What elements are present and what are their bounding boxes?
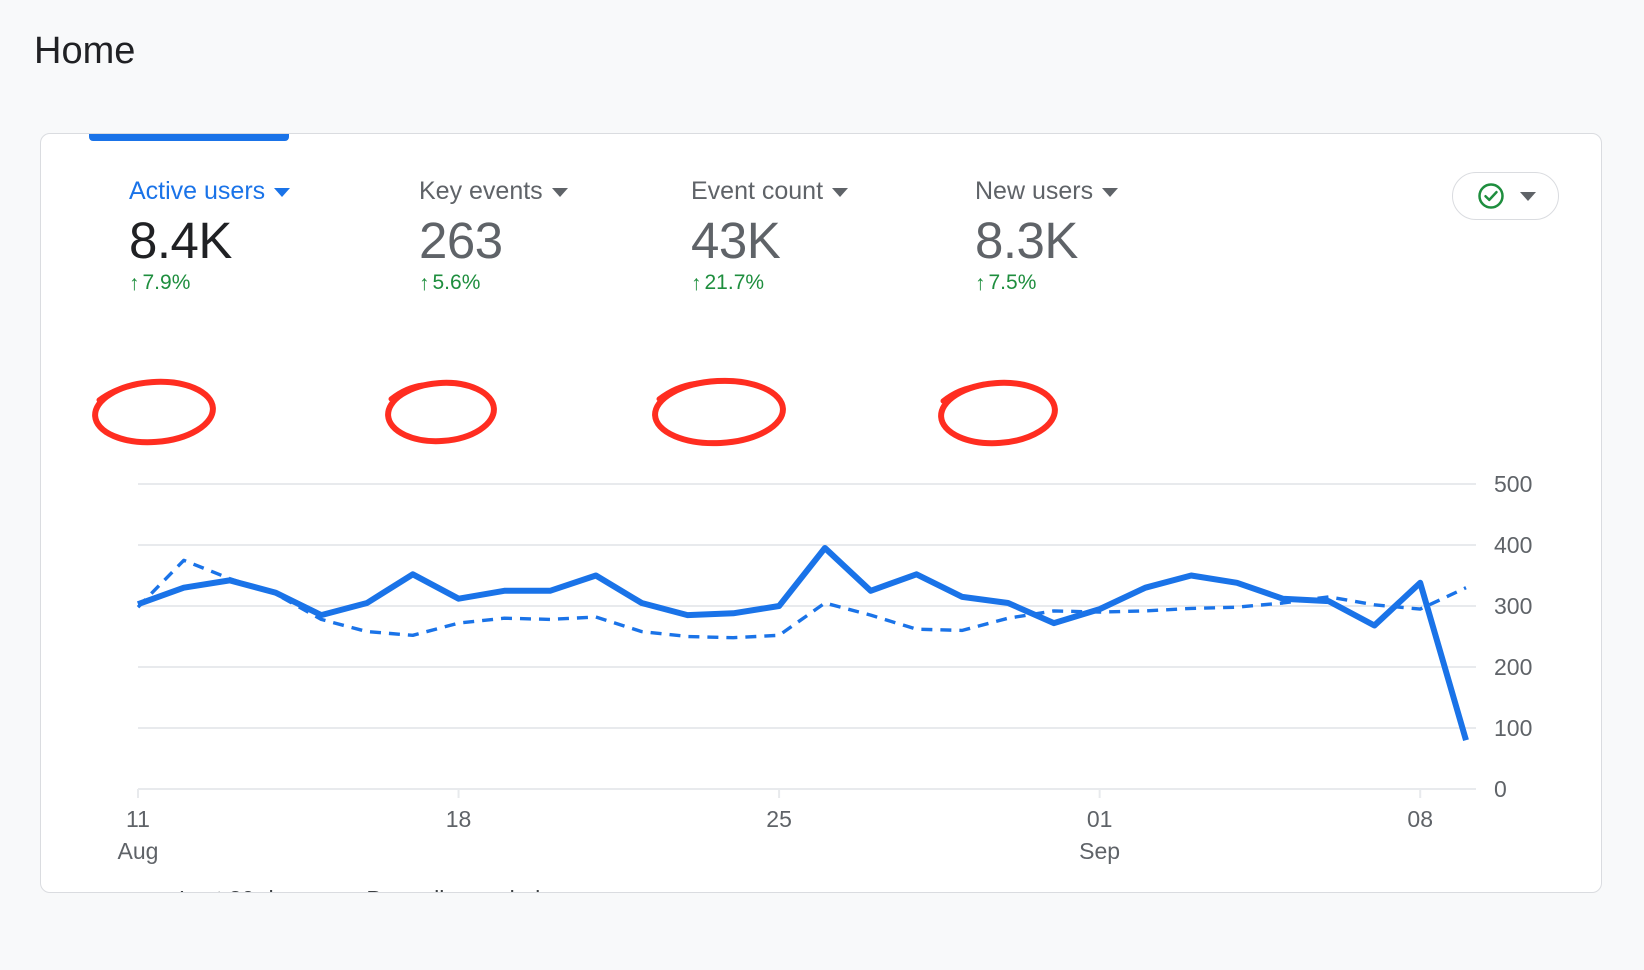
data-quality-status-button[interactable]: [1452, 172, 1559, 220]
chart-legend: Last 30 days Preceding period: [138, 886, 540, 892]
metric-value: 263: [419, 212, 503, 269]
overview-card: Active users 8.4K ↑ 7.9% Key events 263 …: [40, 133, 1602, 893]
metric-label: Key events: [419, 176, 543, 205]
arrow-up-icon: ↑: [691, 271, 702, 295]
svg-text:01: 01: [1087, 806, 1113, 832]
svg-text:Sep: Sep: [1079, 838, 1120, 864]
metric-selector-key-events[interactable]: Key events: [419, 176, 684, 206]
chevron-down-icon[interactable]: [551, 187, 568, 197]
arrow-up-icon: ↑: [419, 271, 430, 295]
metric-value: 43K: [691, 212, 781, 269]
svg-text:Aug: Aug: [118, 838, 159, 864]
svg-text:11: 11: [126, 806, 150, 832]
metric-selector-event-count[interactable]: Event count: [691, 176, 956, 206]
chart-x-axis-labels: 11 Aug 18 25 01 Sep 08: [118, 806, 1433, 864]
metric-key-events[interactable]: Key events 263 ↑ 5.6%: [419, 176, 684, 295]
svg-text:200: 200: [1494, 654, 1532, 680]
svg-text:500: 500: [1494, 471, 1532, 497]
metrics-row: Active users 8.4K ↑ 7.9% Key events 263 …: [41, 176, 1601, 336]
svg-text:18: 18: [446, 806, 472, 832]
trend-chart: 0 100 200 300 400 500 11 Aug 18 25 01 Sep 08: [41, 334, 1601, 864]
metric-delta-value: 7.5%: [988, 271, 1037, 294]
arrow-up-icon: ↑: [129, 271, 140, 295]
chevron-down-icon[interactable]: [274, 187, 291, 197]
svg-text:300: 300: [1494, 593, 1532, 619]
svg-text:400: 400: [1494, 532, 1532, 558]
chart-line-dashed: [136, 558, 1467, 640]
svg-text:25: 25: [766, 806, 792, 832]
active-tab-indicator: [89, 134, 289, 141]
metric-delta-value: 7.9%: [142, 271, 191, 294]
metric-delta-value: 21.7%: [704, 271, 765, 294]
metric-value: 8.3K: [975, 212, 1078, 269]
metric-active-users[interactable]: Active users 8.4K ↑ 7.9%: [129, 176, 394, 295]
chart-y-axis-labels: 0 100 200 300 400 500: [1494, 471, 1532, 802]
chevron-down-icon[interactable]: [1102, 187, 1119, 197]
metric-label: New users: [975, 176, 1094, 205]
legend-item-current[interactable]: Last 30 days: [138, 886, 309, 892]
check-circle-icon: [1477, 183, 1504, 209]
metric-new-users[interactable]: New users 8.3K ↑ 7.5%: [975, 176, 1240, 295]
legend-label: Last 30 days: [179, 886, 309, 892]
svg-text:100: 100: [1494, 715, 1532, 741]
metric-delta: ↑ 7.9%: [129, 271, 394, 295]
metric-value: 8.4K: [129, 212, 232, 269]
metric-delta-value: 5.6%: [432, 271, 481, 294]
metric-delta: ↑ 7.5%: [975, 271, 1240, 295]
chart-gridlines: [137, 483, 1476, 798]
metric-delta: ↑ 5.6%: [419, 271, 684, 295]
arrow-up-icon: ↑: [975, 271, 986, 295]
svg-text:08: 08: [1407, 806, 1433, 832]
chart-line-solid: [136, 545, 1469, 742]
chart-series: [136, 545, 1469, 742]
metric-event-count[interactable]: Event count 43K ↑ 21.7%: [691, 176, 956, 295]
chevron-down-icon[interactable]: [832, 187, 849, 197]
metric-delta: ↑ 21.7%: [691, 271, 956, 295]
metric-selector-new-users[interactable]: New users: [975, 176, 1240, 206]
metric-selector-active-users[interactable]: Active users: [129, 176, 394, 206]
metric-label: Event count: [691, 176, 824, 205]
chevron-down-icon[interactable]: [1519, 191, 1536, 201]
metric-label: Active users: [129, 176, 266, 205]
trend-chart-svg: 0 100 200 300 400 500 11 Aug 18 25 01 Sep 08: [118, 471, 1533, 864]
legend-label: Preceding period: [366, 886, 540, 892]
page-title: Home: [34, 30, 136, 72]
svg-text:0: 0: [1494, 776, 1507, 802]
legend-item-preceding[interactable]: Preceding period: [325, 886, 540, 892]
